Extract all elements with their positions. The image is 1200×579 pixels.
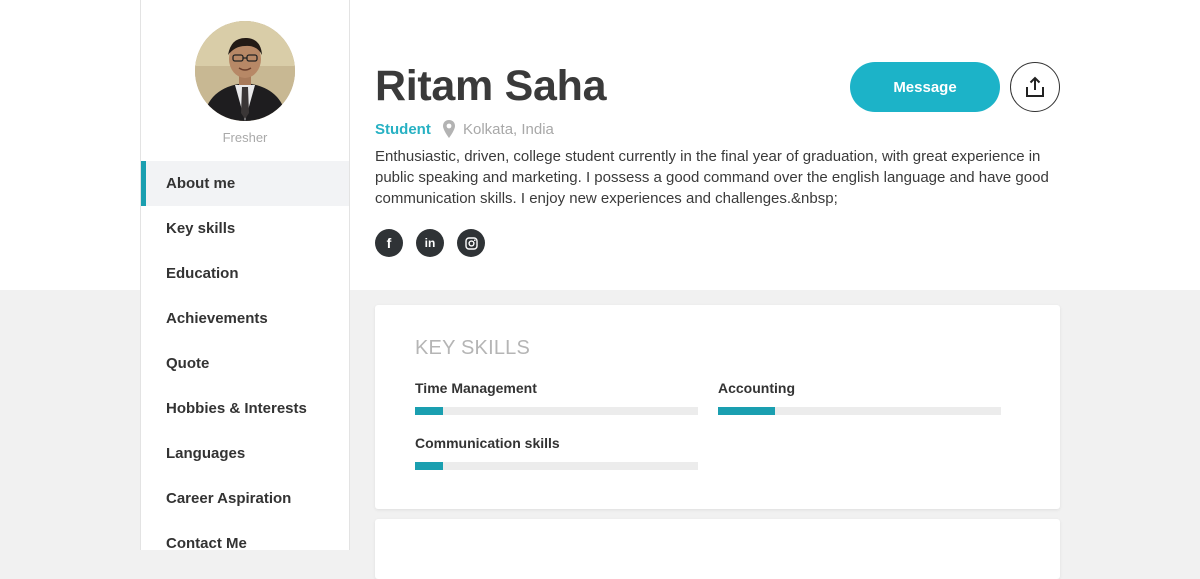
- sidebar-item-career-aspiration[interactable]: Career Aspiration: [141, 476, 349, 521]
- facebook-icon[interactable]: f: [375, 229, 403, 257]
- instagram-glyph: [464, 236, 478, 250]
- location-pin-icon: [443, 120, 455, 138]
- sidebar: Fresher About me Key skills Education Ac…: [140, 0, 350, 552]
- sidebar-item-languages[interactable]: Languages: [141, 431, 349, 476]
- share-icon: [1026, 76, 1044, 97]
- sidebar-item-education[interactable]: Education: [141, 251, 349, 296]
- sidebar-item-achievements[interactable]: Achievements: [141, 296, 349, 341]
- sidebar-item-about-me[interactable]: About me: [141, 161, 349, 206]
- sidebar-item-key-skills[interactable]: Key skills: [141, 206, 349, 251]
- skill-track: [415, 407, 698, 415]
- instagram-icon[interactable]: [457, 229, 485, 257]
- skill-accounting: Accounting: [718, 379, 1001, 415]
- facebook-glyph: f: [386, 235, 392, 251]
- skill-track: [415, 462, 698, 470]
- profile-name: Ritam Saha: [375, 62, 607, 110]
- profile-role: Student: [375, 121, 431, 138]
- key-skills-title: KEY SKILLS: [415, 337, 531, 359]
- sidebar-item-hobbies[interactable]: Hobbies & Interests: [141, 386, 349, 431]
- linkedin-icon[interactable]: in: [416, 229, 444, 257]
- skill-fill: [718, 407, 775, 415]
- profile-subtitle: Fresher: [222, 130, 268, 145]
- sidebar-item-quote[interactable]: Quote: [141, 341, 349, 386]
- skill-fill: [415, 462, 444, 470]
- sidebar-nav: About me Key skills Education Achievemen…: [141, 161, 349, 566]
- share-button[interactable]: [1010, 62, 1060, 112]
- avatar: [195, 21, 295, 121]
- sidebar-item-contact-me[interactable]: Contact Me: [141, 521, 349, 566]
- next-section-card: [375, 519, 1060, 579]
- profile-location: Kolkata, India: [463, 121, 554, 138]
- skill-name: Communication skills: [415, 435, 560, 451]
- skill-fill: [415, 407, 444, 415]
- message-button[interactable]: Message: [850, 62, 1000, 112]
- linkedin-glyph: in: [424, 236, 436, 250]
- skill-name: Time Management: [415, 380, 537, 396]
- skill-communication: Communication skills: [415, 434, 698, 470]
- key-skills-card: KEY SKILLS Time Management Accounting Co…: [375, 305, 1060, 509]
- skill-time-management: Time Management: [415, 379, 698, 415]
- skill-name: Accounting: [718, 380, 795, 396]
- profile-bio: Enthusiastic, driven, college student cu…: [375, 148, 1049, 207]
- skill-track: [718, 407, 1001, 415]
